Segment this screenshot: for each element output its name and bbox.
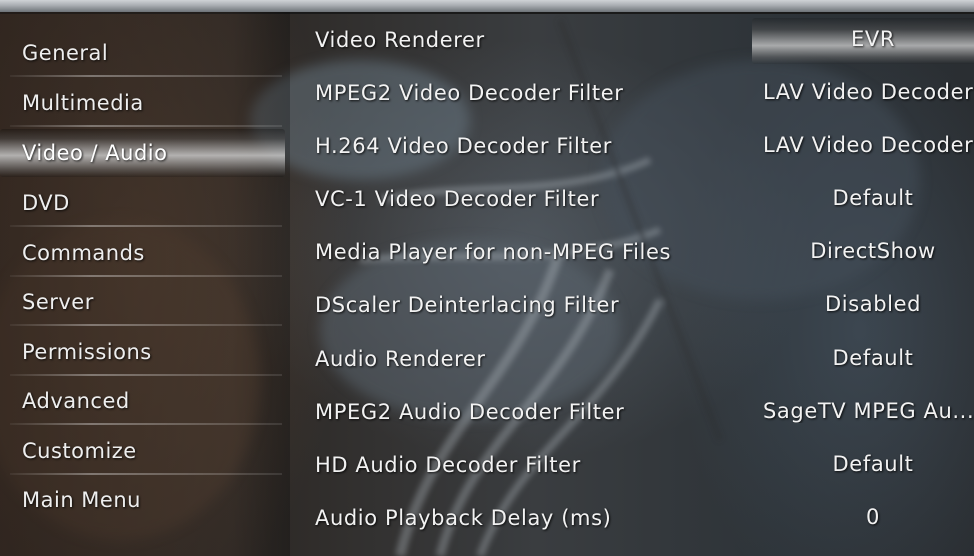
setting-label: Audio Renderer (315, 347, 486, 371)
menu-item-video-audio[interactable]: Video / Audio (0, 129, 285, 177)
setting-audio-playback-delay[interactable]: Audio Playback Delay (ms) 0 (300, 492, 974, 545)
menu-item-multimedia[interactable]: Multimedia (0, 79, 285, 127)
menu-item-customize[interactable]: Customize (0, 427, 285, 475)
setting-mpeg2-video-decoder[interactable]: MPEG2 Video Decoder Filter LAV Video Dec… (300, 67, 974, 120)
setting-label: H.264 Video Decoder Filter (315, 134, 613, 158)
setting-media-player-non-mpeg[interactable]: Media Player for non-MPEG Files DirectSh… (300, 226, 974, 279)
settings-screen: General Multimedia Video / Audio DVD Com… (0, 0, 974, 556)
setting-dscaler-deinterlacing[interactable]: DScaler Deinterlacing Filter Disabled (300, 279, 974, 332)
menu-item-label: Server (22, 290, 94, 314)
menu-item-label: Commands (22, 241, 145, 265)
setting-vc1-video-decoder[interactable]: VC-1 Video Decoder Filter Default (300, 173, 974, 226)
setting-label: HD Audio Decoder Filter (315, 453, 581, 477)
menu-item-general[interactable]: General (0, 29, 285, 77)
setting-label: MPEG2 Video Decoder Filter (315, 81, 624, 105)
menu-divider (10, 473, 282, 475)
setting-value: Default (832, 186, 914, 210)
menu-item-advanced[interactable]: Advanced (0, 377, 285, 425)
menu-divider (10, 225, 282, 227)
setting-audio-renderer[interactable]: Audio Renderer Default (300, 333, 974, 386)
setting-value: EVR (850, 27, 896, 51)
setting-hd-audio-decoder[interactable]: HD Audio Decoder Filter Default (300, 439, 974, 492)
setting-value: LAV Video Decoder (763, 133, 974, 157)
menu-item-commands[interactable]: Commands (0, 229, 285, 277)
menu-item-permissions[interactable]: Permissions (0, 328, 285, 376)
setting-video-renderer[interactable]: Video Renderer EVR (300, 14, 974, 67)
menu-item-label: Multimedia (22, 91, 144, 115)
setting-value: DirectShow (810, 239, 936, 263)
setting-label: VC-1 Video Decoder Filter (315, 187, 600, 211)
category-menu: General Multimedia Video / Audio DVD Com… (0, 12, 290, 556)
menu-item-label: Video / Audio (22, 141, 168, 165)
setting-value: Default (832, 346, 914, 370)
setting-value: SageTV MPEG Au... (763, 399, 974, 423)
menu-item-dvd[interactable]: DVD (0, 179, 285, 227)
setting-label: Audio Playback Delay (ms) (315, 506, 612, 530)
menu-item-label: Customize (22, 439, 137, 463)
menu-divider (10, 374, 282, 376)
setting-label: Media Player for non-MPEG Files (315, 240, 672, 264)
setting-value: Default (832, 452, 914, 476)
setting-value: Disabled (824, 292, 922, 316)
menu-divider (10, 275, 282, 277)
menu-item-label: Main Menu (22, 488, 141, 512)
setting-label: DScaler Deinterlacing Filter (315, 293, 620, 317)
menu-item-main-menu[interactable]: Main Menu (0, 476, 285, 524)
menu-item-label: Advanced (22, 389, 130, 413)
menu-divider (10, 125, 282, 127)
setting-value: LAV Video Decoder (763, 80, 974, 104)
menu-item-server[interactable]: Server (0, 278, 285, 326)
settings-list: Video Renderer EVR MPEG2 Video Decoder F… (300, 12, 974, 556)
menu-item-label: Permissions (22, 340, 152, 364)
menu-divider (10, 324, 282, 326)
menu-item-label: DVD (22, 191, 70, 215)
setting-mpeg2-audio-decoder[interactable]: MPEG2 Audio Decoder Filter SageTV MPEG A… (300, 386, 974, 439)
setting-label: MPEG2 Audio Decoder Filter (315, 400, 625, 424)
setting-value: 0 (866, 505, 880, 529)
setting-label: Video Renderer (315, 28, 485, 52)
menu-divider (10, 75, 282, 77)
setting-h264-video-decoder[interactable]: H.264 Video Decoder Filter LAV Video Dec… (300, 120, 974, 173)
menu-divider (10, 423, 282, 425)
menu-item-label: General (22, 41, 109, 65)
